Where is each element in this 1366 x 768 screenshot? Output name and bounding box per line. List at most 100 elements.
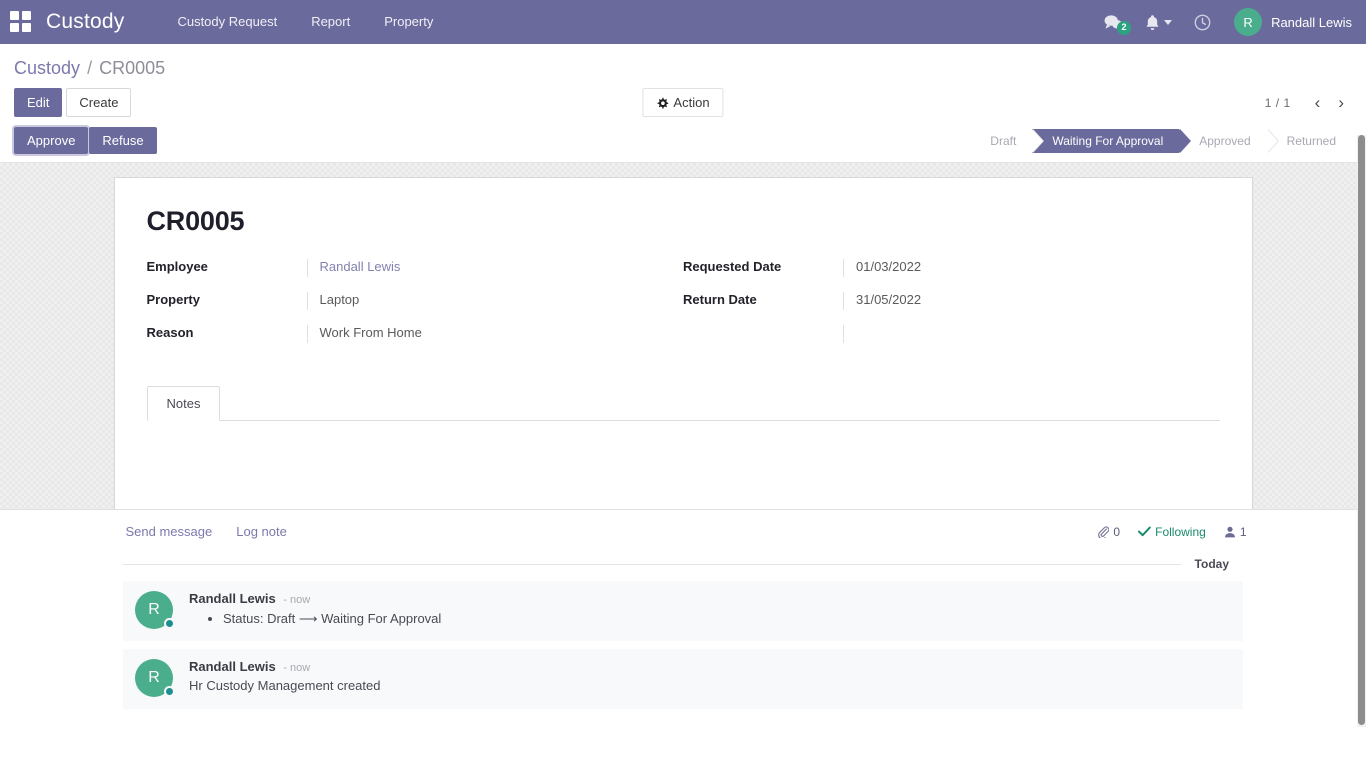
breadcrumb: Custody / CR0005 [0, 44, 1366, 84]
day-separator-line-left [123, 564, 1181, 565]
pager-previous-button[interactable]: ‹ [1307, 92, 1329, 113]
message-timestamp: - now [283, 594, 310, 606]
menu-item-property[interactable]: Property [367, 0, 450, 44]
action-menu-wrapper: Action [642, 88, 723, 117]
followers-count: 1 [1240, 525, 1247, 539]
app-brand-title[interactable]: Custody [46, 10, 124, 34]
statusbar: Approve Refuse Draft Waiting For Approva… [0, 127, 1366, 163]
online-status-dot [164, 618, 175, 629]
notebook: Notes [147, 386, 1220, 499]
message-body: Randall Lewis - now Hr Custody Managemen… [189, 659, 1231, 697]
messages-button[interactable]: 2 [1093, 14, 1134, 31]
field-property-value[interactable]: Laptop [307, 292, 684, 310]
status-pipeline: Draft Waiting For Approval Approved Retu… [970, 129, 1352, 153]
stage-approved[interactable]: Approved [1179, 129, 1266, 153]
notebook-page-notes[interactable] [147, 421, 1220, 499]
chatter-topbar: Send message Log note 0 Following [114, 510, 1253, 551]
pager-value: 1 / 1 [1265, 96, 1291, 110]
pager: 1 / 1 ‹ › [1265, 92, 1352, 113]
field-employee-label: Employee [147, 259, 307, 274]
main-menu: Custody Request Report Property [160, 0, 450, 44]
send-message-button[interactable]: Send message [126, 524, 213, 539]
message-header: Randall Lewis - now [189, 591, 1231, 606]
control-panel: Custody / CR0005 Edit Create Action 1 / … [0, 44, 1366, 163]
apps-grid-icon[interactable] [10, 11, 32, 33]
create-button[interactable]: Create [66, 88, 131, 117]
following-button[interactable]: Following [1138, 525, 1206, 539]
field-employee: Employee Randall Lewis [147, 259, 684, 277]
message-timestamp: - now [283, 662, 310, 674]
user-menu[interactable]: R Randall Lewis [1222, 8, 1352, 36]
day-separator-label: Today [1181, 557, 1243, 571]
gear-icon [656, 97, 668, 109]
message-content: Hr Custody Management created [189, 676, 1231, 695]
attachments-count: 0 [1113, 525, 1120, 539]
message-author: Randall Lewis [189, 659, 276, 674]
form-column-right: Requested Date 01/03/2022 Return Date 31… [683, 259, 1220, 358]
breadcrumb-current: CR0005 [99, 58, 165, 78]
action-menu-button[interactable]: Action [642, 88, 723, 117]
clock-icon[interactable] [1183, 14, 1222, 31]
field-reason-label: Reason [147, 325, 307, 340]
paperclip-icon [1097, 526, 1109, 538]
stage-returned[interactable]: Returned [1267, 129, 1352, 153]
day-separator: Today [123, 557, 1243, 571]
action-menu-label: Action [673, 96, 709, 109]
chevron-down-icon [1164, 20, 1172, 25]
field-requested-date-value[interactable]: 01/03/2022 [843, 259, 1220, 277]
control-panel-buttons: Edit Create Action 1 / 1 ‹ › [0, 84, 1366, 127]
field-requested-date: Requested Date 01/03/2022 [683, 259, 1220, 277]
message-content: Status: Draft ⟶ Waiting For Approval [189, 609, 1231, 628]
notebook-tabs: Notes [147, 386, 1220, 421]
followers-button[interactable]: 1 [1224, 525, 1247, 539]
chatter-compose-links: Send message Log note [114, 524, 287, 539]
menu-item-report[interactable]: Report [294, 0, 367, 44]
form-column-left: Employee Randall Lewis Property Laptop R… [147, 259, 684, 358]
edit-button[interactable]: Edit [14, 88, 62, 117]
form-columns: Employee Randall Lewis Property Laptop R… [147, 259, 1220, 358]
field-employee-value[interactable]: Randall Lewis [307, 259, 684, 277]
following-label: Following [1155, 525, 1206, 539]
user-icon [1224, 526, 1236, 538]
form-column-divider [843, 325, 1220, 343]
tab-notes[interactable]: Notes [147, 386, 221, 421]
user-name-label: Randall Lewis [1271, 15, 1352, 30]
page-title: CR0005 [147, 206, 1220, 237]
form-sheet: CR0005 Employee Randall Lewis Property L… [114, 177, 1253, 516]
stage-draft[interactable]: Draft [970, 129, 1032, 153]
statusbar-buttons: Approve Refuse [14, 127, 157, 154]
field-reason: Reason Work From Home [147, 325, 684, 343]
vertical-scrollbar[interactable] [1357, 135, 1366, 727]
chatter: Send message Log note 0 Following [0, 509, 1366, 727]
navbar-right-tools: 2 R Randall Lewis [1093, 8, 1352, 36]
field-return-date-value[interactable]: 31/05/2022 [843, 292, 1220, 310]
stage-waiting-for-approval[interactable]: Waiting For Approval [1032, 129, 1179, 153]
field-return-date: Return Date 31/05/2022 [683, 292, 1220, 310]
message-list: R Randall Lewis - now Status: Draft ⟶ Wa… [123, 581, 1243, 709]
messages-count-badge: 2 [1117, 21, 1131, 35]
activities-button[interactable] [1134, 14, 1183, 31]
approve-button[interactable]: Approve [14, 127, 88, 154]
avatar: R [135, 659, 173, 697]
message-item: R Randall Lewis - now Status: Draft ⟶ Wa… [123, 581, 1243, 641]
field-return-date-label: Return Date [683, 292, 843, 307]
refuse-button[interactable]: Refuse [89, 127, 156, 154]
message-header: Randall Lewis - now [189, 659, 1231, 674]
form-background: CR0005 Employee Randall Lewis Property L… [0, 163, 1366, 509]
avatar: R [1234, 8, 1262, 36]
message-author: Randall Lewis [189, 591, 276, 606]
online-status-dot [164, 686, 175, 697]
message-tracking-value: Status: Draft ⟶ Waiting For Approval [223, 609, 1231, 628]
scrollbar-thumb[interactable] [1358, 135, 1365, 725]
attachments-button[interactable]: 0 [1097, 525, 1120, 539]
check-icon [1138, 526, 1151, 537]
menu-item-custody-request[interactable]: Custody Request [160, 0, 294, 44]
pager-next-button[interactable]: › [1330, 92, 1352, 113]
field-property-label: Property [147, 292, 307, 307]
breadcrumb-root[interactable]: Custody [14, 58, 80, 78]
breadcrumb-separator: / [87, 58, 92, 78]
log-note-button[interactable]: Log note [236, 524, 287, 539]
field-reason-value[interactable]: Work From Home [307, 325, 684, 343]
avatar: R [135, 591, 173, 629]
message-item: R Randall Lewis - now Hr Custody Managem… [123, 649, 1243, 709]
